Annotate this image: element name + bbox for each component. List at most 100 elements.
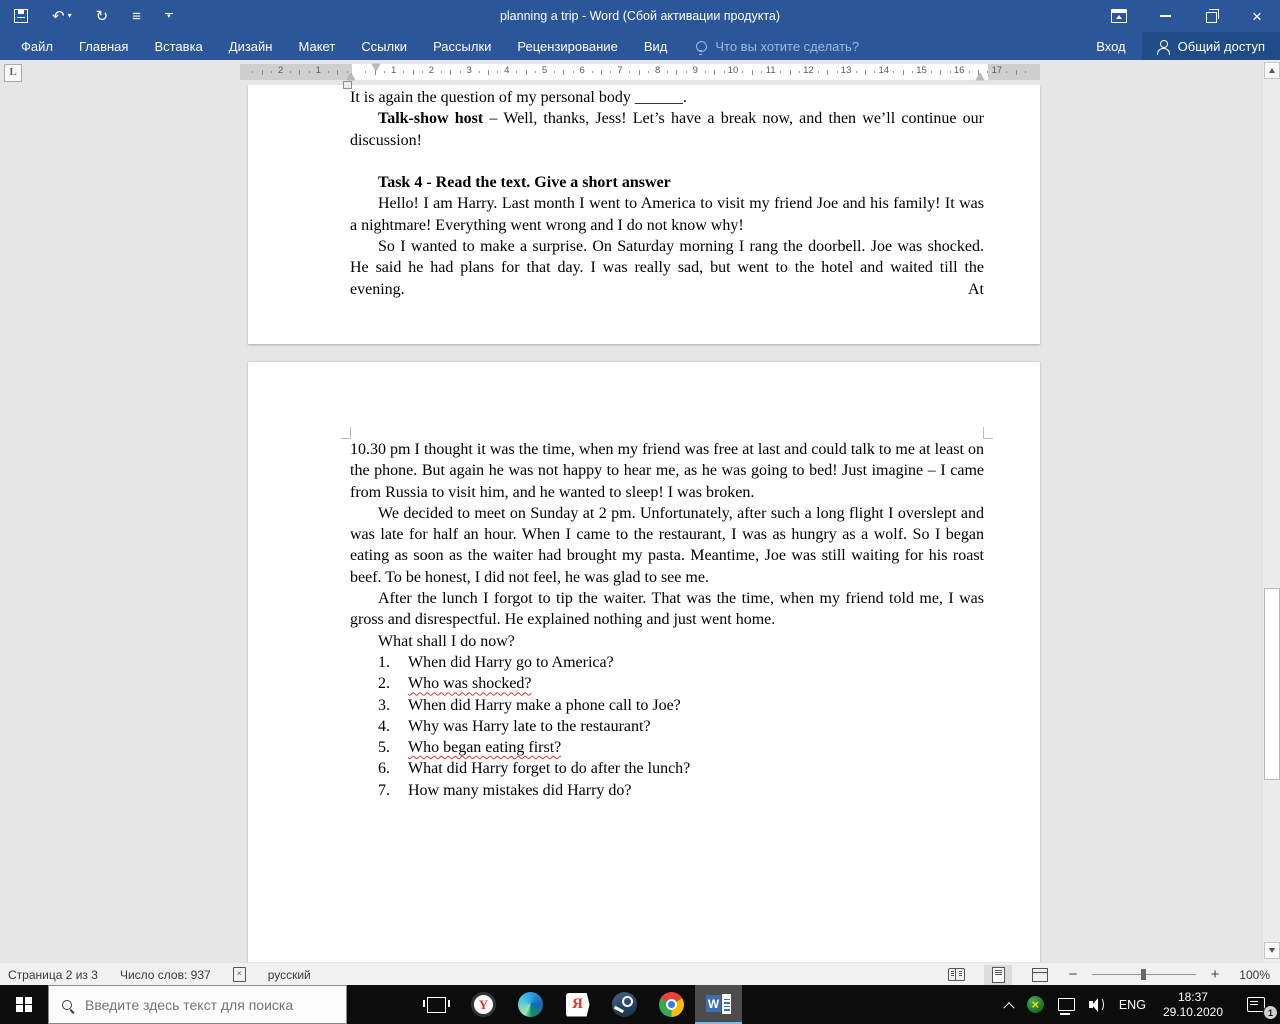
zoom-slider[interactable] bbox=[1092, 969, 1196, 980]
input-language-button[interactable]: ENG bbox=[1111, 985, 1154, 1024]
save-button[interactable] bbox=[14, 9, 28, 23]
ribbon-tab-3[interactable]: Дизайн bbox=[216, 32, 286, 60]
zoom-slider-thumb[interactable] bbox=[1141, 969, 1146, 980]
document-area: It is again the question of my personal … bbox=[0, 85, 1263, 962]
undo-button[interactable]: ↶ ▾ bbox=[52, 9, 72, 24]
document-page-1[interactable]: It is again the question of my personal … bbox=[248, 85, 1040, 344]
ribbon-tab-8[interactable]: Вид bbox=[631, 32, 681, 60]
yandex-browser-icon: Y bbox=[471, 992, 496, 1017]
status-bar: Страница 2 из 3 Число слов: 937 × русски… bbox=[0, 962, 1280, 986]
question-text: When did Harry go to America? bbox=[408, 653, 614, 671]
network-icon bbox=[1057, 998, 1075, 1015]
yandex-icon: Я bbox=[565, 992, 590, 1017]
word-count-status[interactable]: Число слов: 937 bbox=[120, 968, 211, 982]
ribbon-tab-4[interactable]: Макет bbox=[285, 32, 348, 60]
scroll-down-button[interactable] bbox=[1264, 942, 1280, 959]
ribbon-tab-bar: Файл Главная Вставка Дизайн Макет Ссылки Рассы… bbox=[0, 32, 1280, 60]
share-button[interactable]: Общий доступ bbox=[1141, 32, 1280, 60]
question-item: 5. Who began eating first? bbox=[350, 737, 984, 758]
language-status[interactable]: русский bbox=[268, 968, 311, 982]
ruler-tick bbox=[968, 71, 970, 73]
ruler-tick bbox=[667, 71, 669, 73]
ribbon-tab-6[interactable]: Рассылки bbox=[420, 32, 504, 60]
taskbar: Y Я W ENG 18:37 29.10.2020 1 bbox=[0, 985, 1280, 1024]
status-left-group: Страница 2 из 3 Число слов: 937 × русски… bbox=[0, 967, 311, 982]
tab-stop-selector[interactable]: L bbox=[4, 64, 22, 82]
hanging-indent-marker[interactable] bbox=[347, 73, 355, 80]
ruler-tick bbox=[412, 70, 414, 75]
zoom-in-button[interactable]: + bbox=[1210, 967, 1220, 982]
person-plus-icon bbox=[1156, 39, 1170, 55]
ribbon-display-icon bbox=[1111, 9, 1127, 23]
taskbar-app-steam[interactable] bbox=[601, 985, 648, 1024]
question-text: How many mistakes did Harry do? bbox=[408, 781, 632, 799]
minimize-button[interactable] bbox=[1142, 0, 1188, 32]
ribbon-right-group: Вход Общий доступ bbox=[1080, 32, 1280, 60]
zoom-level[interactable]: 100% bbox=[1234, 968, 1270, 982]
ruler-tick bbox=[271, 71, 273, 73]
web-layout-button[interactable] bbox=[1026, 965, 1054, 985]
notification-badge: 1 bbox=[1263, 1005, 1278, 1020]
ruler-tick bbox=[827, 70, 829, 75]
ribbon-tab-0[interactable]: Файл bbox=[8, 32, 66, 60]
zoom-out-button[interactable]: − bbox=[1068, 967, 1078, 982]
ruler-tick: 1 bbox=[391, 65, 397, 76]
taskbar-app-yandex-browser[interactable]: Y bbox=[460, 985, 507, 1024]
close-button[interactable]: × bbox=[1234, 0, 1280, 32]
network-tray-button[interactable] bbox=[1051, 985, 1082, 1024]
left-indent-marker[interactable] bbox=[343, 81, 352, 89]
ruler-tick bbox=[1006, 71, 1008, 73]
search-input[interactable] bbox=[83, 995, 317, 1014]
ruler-tick bbox=[261, 70, 263, 75]
undo-dropdown-icon[interactable]: ▾ bbox=[68, 12, 72, 20]
paragraph: Hello! I am Harry. Last month I went to … bbox=[350, 195, 984, 234]
taskbar-app-chrome[interactable] bbox=[648, 985, 695, 1024]
ribbon-tab-1[interactable]: Главная bbox=[66, 32, 141, 60]
sign-in-button[interactable]: Вход bbox=[1080, 32, 1141, 60]
question-number: 3. bbox=[378, 696, 390, 714]
question-item: 4. Why was Harry late to the restaurant? bbox=[350, 716, 984, 737]
redo-button[interactable]: ↻ bbox=[96, 9, 109, 24]
taskbar-clock[interactable]: 18:37 29.10.2020 bbox=[1154, 990, 1232, 1020]
question-number: 5. bbox=[378, 739, 390, 757]
taskbar-app-yandex[interactable]: Я bbox=[554, 985, 601, 1024]
taskbar-app-edge[interactable] bbox=[507, 985, 554, 1024]
first-line-indent-marker[interactable] bbox=[372, 64, 380, 71]
up-arrow-icon bbox=[1269, 68, 1275, 73]
taskbar-app-word[interactable]: W bbox=[695, 985, 742, 1024]
ruler-row: L 2 1 1 2 3 4 5 6 7 8 9 10 11 12 13 14 15 16 17 bbox=[0, 60, 1263, 89]
ruler-tick: 12 bbox=[803, 65, 814, 76]
print-layout-button[interactable] bbox=[984, 964, 1012, 985]
ruler-tick bbox=[365, 71, 367, 73]
scroll-up-button[interactable] bbox=[1264, 62, 1280, 79]
touch-mouse-mode-button[interactable]: ≡ bbox=[132, 9, 141, 24]
scrollbar-thumb[interactable] bbox=[1264, 588, 1280, 780]
ribbon-display-options-button[interactable] bbox=[1096, 0, 1142, 32]
proofing-errors-icon[interactable]: × bbox=[232, 967, 246, 982]
ribbon-tab-5[interactable]: Ссылки bbox=[348, 32, 420, 60]
tell-me-search[interactable]: Что вы хотите сделать? bbox=[696, 32, 859, 60]
ruler-tick: 3 bbox=[466, 65, 472, 76]
page-number-status[interactable]: Страница 2 из 3 bbox=[8, 968, 98, 982]
antivirus-tray-button[interactable] bbox=[1020, 985, 1051, 1024]
vertical-scrollbar[interactable] bbox=[1262, 60, 1280, 962]
horizontal-ruler[interactable]: 2 1 1 2 3 4 5 6 7 8 9 10 11 12 13 14 15 16 17 bbox=[240, 64, 1040, 89]
volume-tray-button[interactable] bbox=[1082, 985, 1111, 1024]
ribbon-tab-7[interactable]: Рецензирование bbox=[504, 32, 630, 60]
tray-expand-button[interactable] bbox=[998, 985, 1020, 1024]
customize-quick-access-button[interactable]: ▾ bbox=[164, 12, 173, 20]
ribbon-tab-2[interactable]: Вставка bbox=[141, 32, 215, 60]
question-text: What did Harry forget to do after the lu… bbox=[408, 760, 691, 778]
restore-button[interactable] bbox=[1188, 0, 1234, 32]
web-layout-icon bbox=[1032, 967, 1048, 982]
taskbar-search[interactable] bbox=[48, 985, 347, 1024]
task-view-button[interactable] bbox=[413, 985, 460, 1024]
action-center-button[interactable]: 1 bbox=[1232, 985, 1280, 1024]
ruler-tick bbox=[978, 70, 980, 75]
document-page-2[interactable]: 10.30 pm I thought it was the time, when… bbox=[248, 362, 1040, 962]
start-button[interactable] bbox=[0, 985, 48, 1024]
ruler-tick bbox=[817, 71, 819, 73]
status-right-group: − + 100% bbox=[942, 964, 1280, 985]
read-mode-button[interactable] bbox=[942, 965, 970, 985]
question-text: When did Harry make a phone call to Joe? bbox=[408, 696, 681, 714]
